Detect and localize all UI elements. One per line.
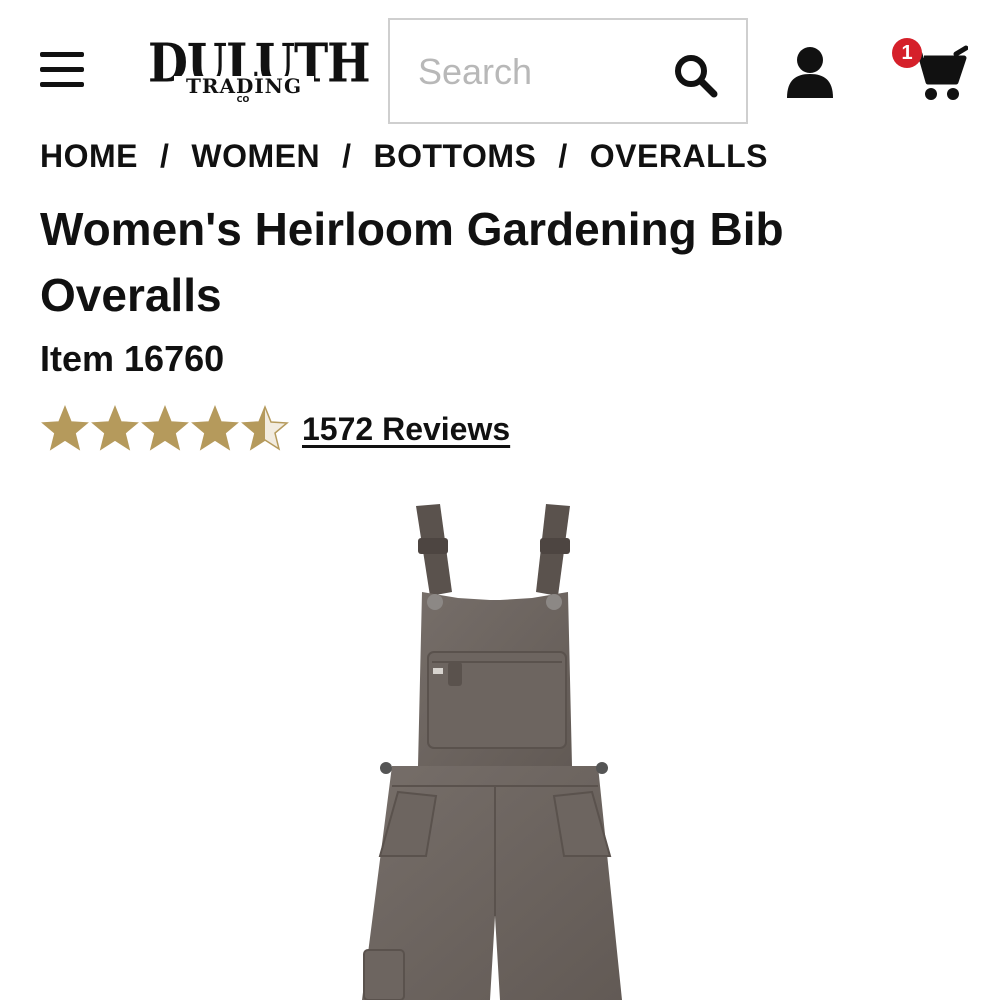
breadcrumb-separator: /	[558, 137, 568, 174]
menu-bar	[40, 82, 84, 87]
user-icon[interactable]	[784, 44, 836, 100]
search-icon[interactable]	[672, 52, 720, 100]
star-full-icon	[41, 404, 89, 451]
breadcrumb-separator: /	[342, 137, 352, 174]
star-full-icon	[191, 404, 239, 451]
product-title: Women's Heirloom Gardening Bib Overalls	[40, 203, 784, 321]
reviews-link[interactable]: 1572 Reviews	[302, 411, 510, 448]
menu-bar	[40, 67, 84, 72]
menu-bar	[40, 52, 84, 57]
star-full-icon	[91, 404, 139, 451]
logo-line-3: CO	[236, 95, 250, 104]
item-number: Item 16760	[40, 338, 225, 379]
product-image[interactable]	[340, 496, 650, 1000]
site-header: DULUTH TRADING CO 1	[0, 0, 1000, 130]
breadcrumb: HOME / WOMEN / BOTTOMS / OVERALLS	[40, 136, 768, 176]
logo-line-2: TRADING	[174, 76, 314, 96]
breadcrumb-separator: /	[160, 137, 170, 174]
search-box	[388, 18, 748, 124]
breadcrumb-bottoms[interactable]: BOTTOMS	[373, 138, 536, 175]
cart-button[interactable]: 1	[888, 36, 968, 102]
search-input[interactable]	[418, 46, 668, 98]
breadcrumb-overalls[interactable]: OVERALLS	[590, 138, 768, 175]
star-half-icon	[241, 404, 289, 451]
breadcrumb-home[interactable]: HOME	[40, 138, 138, 175]
product-rating: 1572 Reviews	[40, 404, 510, 454]
cart-count-badge: 1	[892, 38, 922, 68]
duluth-trading-logo[interactable]: DULUTH TRADING CO	[148, 37, 371, 104]
hamburger-menu-icon[interactable]	[38, 50, 86, 90]
star-full-icon	[141, 404, 189, 451]
breadcrumb-women[interactable]: WOMEN	[191, 138, 320, 175]
star-rating[interactable]	[40, 404, 290, 454]
